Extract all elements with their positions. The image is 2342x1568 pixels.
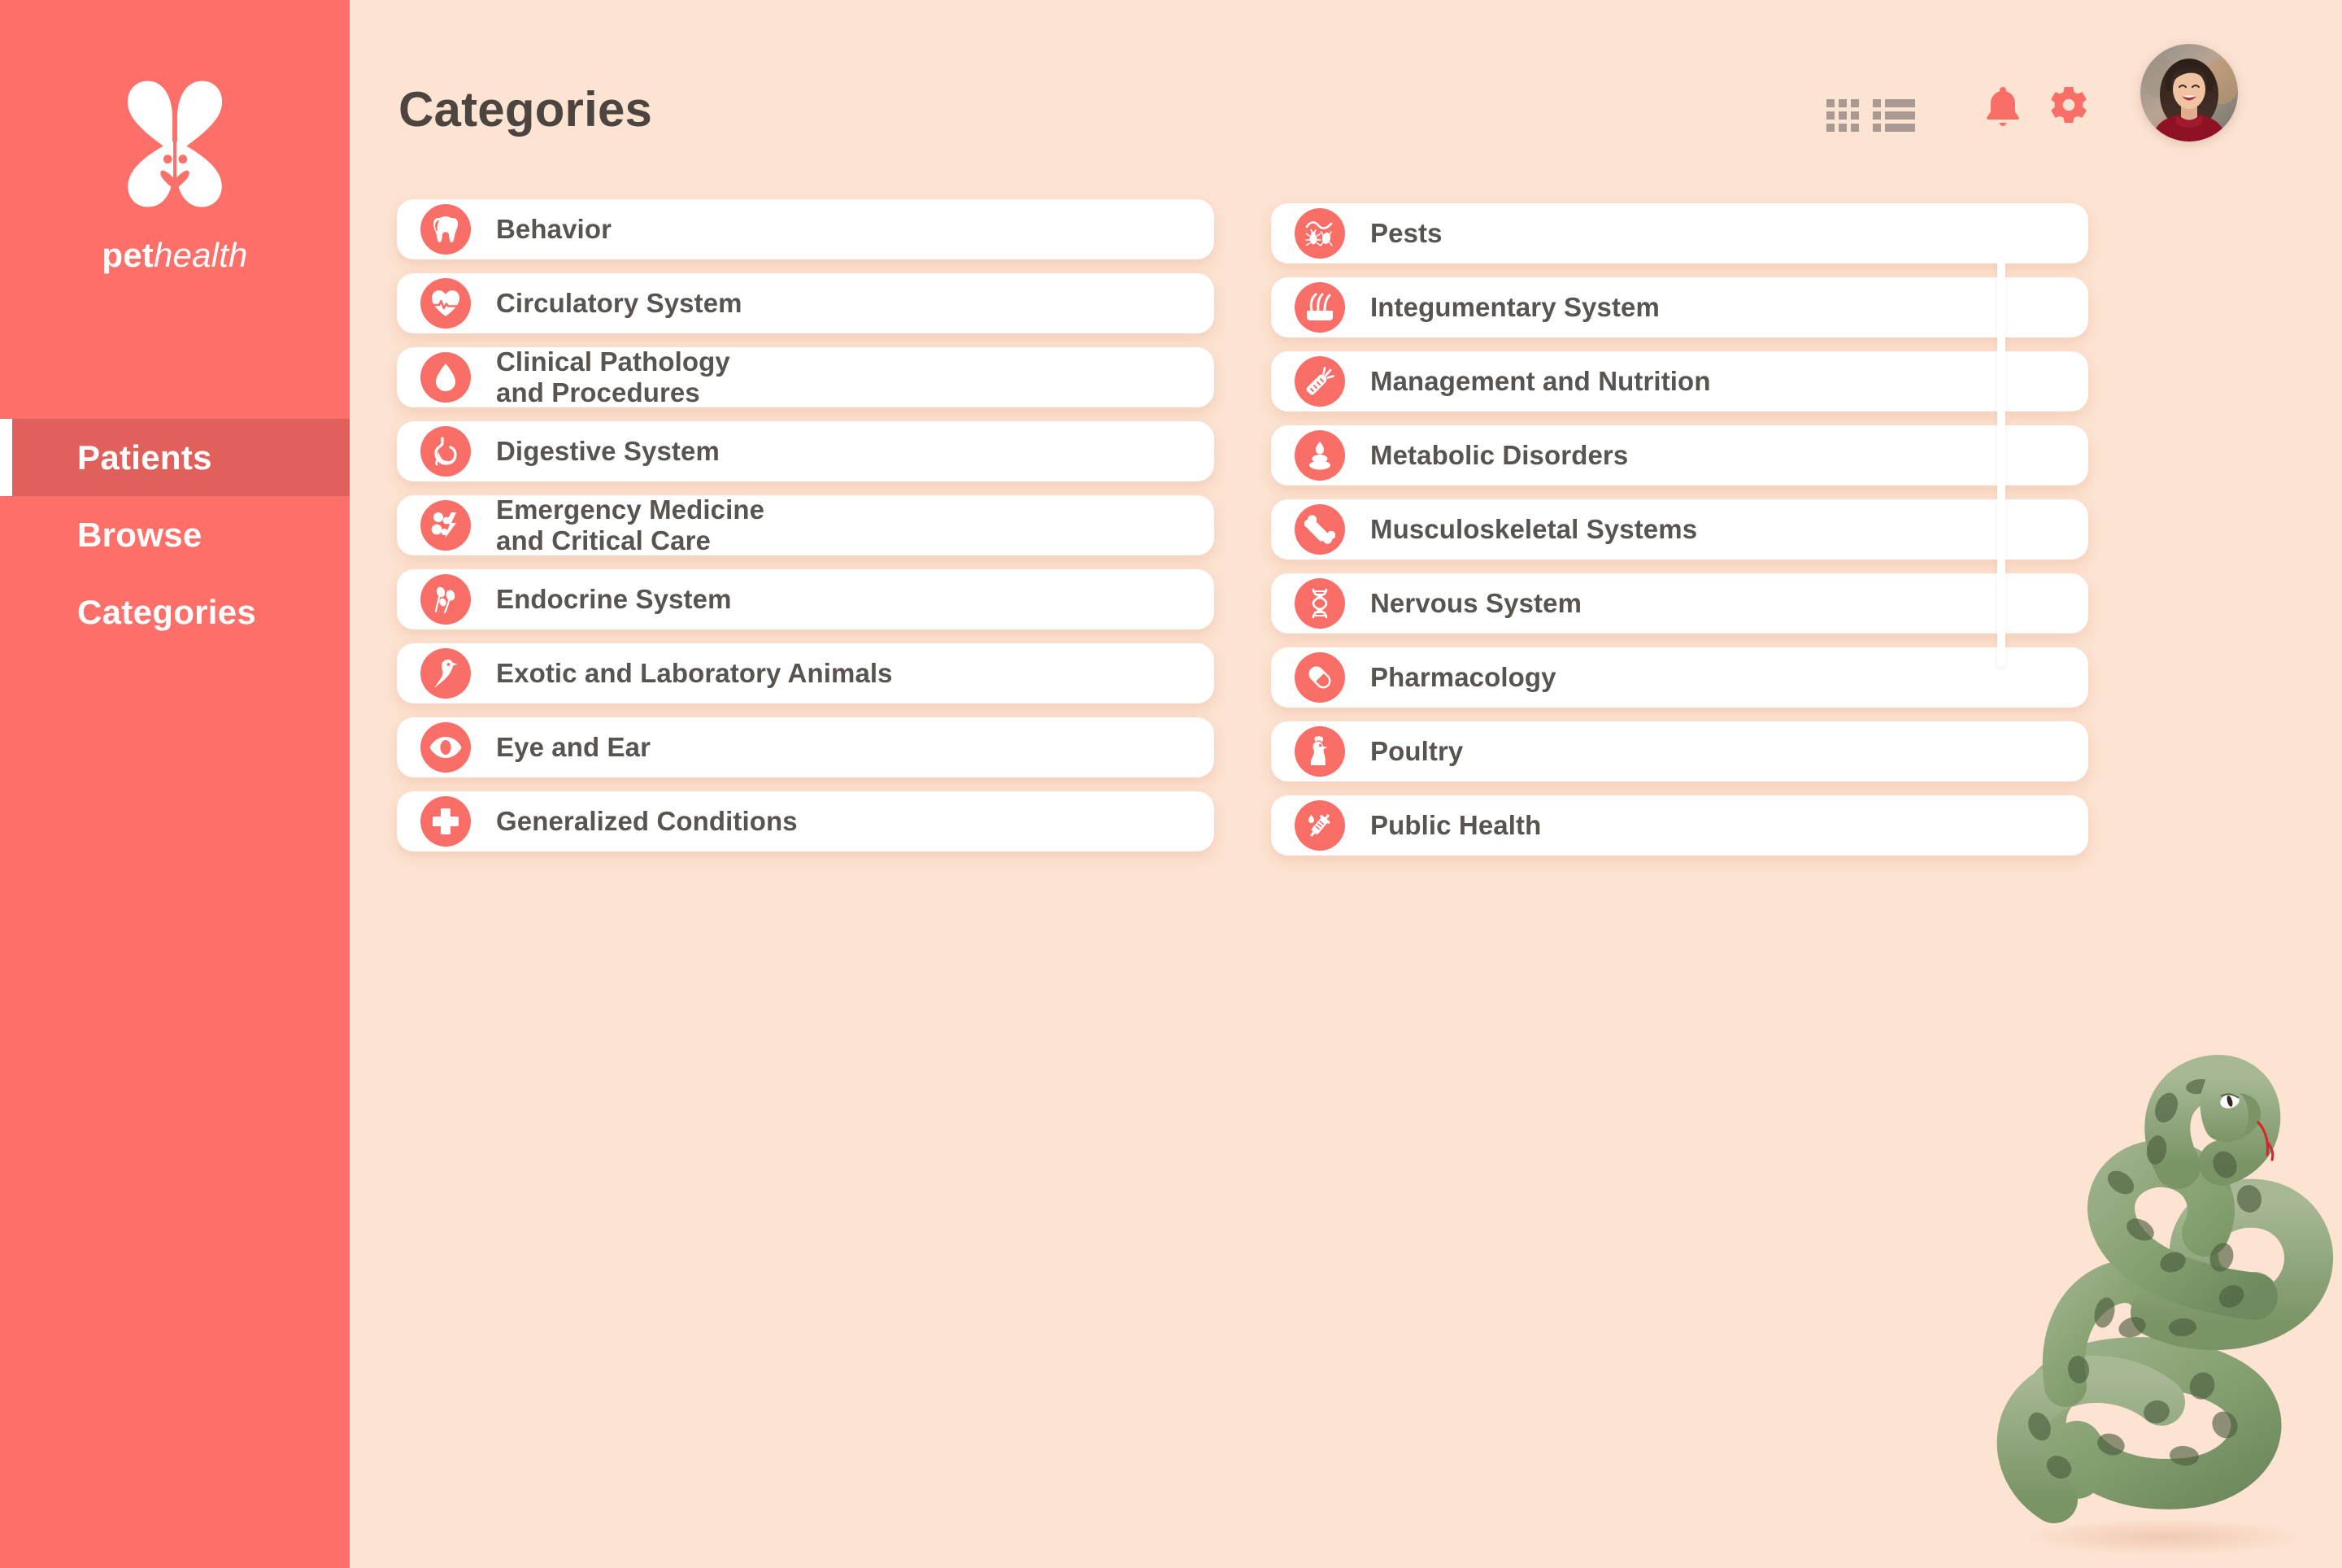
category-card-generalized-conditions[interactable]: Generalized Conditions [397,791,1214,852]
settings-gear-icon[interactable] [2048,85,2090,128]
scrollbar-thumb[interactable] [1997,260,2005,667]
category-label: Circulatory System [496,287,742,318]
emergency-cells-icon [420,500,471,551]
notifications-bell-icon[interactable] [1983,85,2022,131]
category-card-behavior[interactable]: Behavior [397,199,1214,259]
category-label: Public Health [1370,809,1542,840]
fat-blob-icon [1295,430,1345,481]
category-label: Digestive System [496,435,720,466]
heart-pulse-icon [420,278,471,329]
category-card-nervous-system[interactable]: Nervous System [1271,573,2088,634]
tooth-icon [420,204,471,255]
dna-helix-icon [1295,578,1345,629]
category-label: Management and Nutrition [1370,365,1711,396]
hormone-glands-icon [420,574,471,625]
category-card-eye-and-ear[interactable]: Eye and Ear [397,717,1214,777]
category-label: Generalized Conditions [496,805,798,836]
category-card-management-nutrition[interactable]: Management and Nutrition [1271,351,2088,412]
sidebar-item-label: Patients [77,438,212,477]
stomach-icon [420,426,471,477]
chicken-icon [1295,726,1345,777]
category-card-emergency-medicine[interactable]: Emergency Medicine and Critical Care [397,494,1214,555]
category-card-public-health[interactable]: Public Health [1271,795,2088,856]
grid-view-icon[interactable] [1826,99,1859,132]
sidebar-nav: Patients Browse Categories [0,419,350,651]
brand-wordmark: pethealth [102,236,247,275]
categories-grid: Behavior Circulatory System Clinical Pat… [397,199,2161,869]
brand-logo[interactable]: pethealth [0,65,350,275]
page-title: Categories [398,82,653,137]
vertical-scrollbar[interactable] [1997,260,2005,716]
view-toggle-group [1826,99,1915,132]
brand-name-italic: health [153,236,248,274]
carrot-icon [1295,356,1345,407]
category-card-digestive-system[interactable]: Digestive System [397,421,1214,481]
category-label: Poultry [1370,735,1464,766]
sidebar-item-browse[interactable]: Browse [0,496,350,573]
category-card-endocrine-system[interactable]: Endocrine System [397,569,1214,629]
syringe-icon [1295,800,1345,851]
sidebar: pethealth Patients Browse Categories [0,0,350,1568]
category-label: Emergency Medicine and Critical Care [496,494,765,555]
category-label: Pharmacology [1370,661,1556,692]
category-card-integumentary-system[interactable]: Integumentary System [1271,277,2088,338]
category-card-pests[interactable]: Pests [1271,203,2088,264]
bone-icon [1295,504,1345,555]
sidebar-item-patients[interactable]: Patients [0,419,350,496]
main-content: Categories Behavior Circulatory System C… [350,0,2342,1568]
categories-column-left: Behavior Circulatory System Clinical Pat… [397,199,1214,869]
list-view-icon[interactable] [1873,99,1915,132]
category-card-clinical-pathology[interactable]: Clinical Pathology and Procedures [397,346,1214,407]
category-label: Metabolic Disorders [1370,439,1629,470]
category-card-pharmacology[interactable]: Pharmacology [1271,647,2088,708]
user-avatar[interactable] [2140,44,2238,142]
sidebar-item-label: Categories [77,592,257,631]
category-card-metabolic-disorders[interactable]: Metabolic Disorders [1271,425,2088,486]
category-label: Eye and Ear [496,731,651,762]
category-label: Exotic and Laboratory Animals [496,657,893,688]
category-label: Behavior [496,213,612,244]
skin-hair-icon [1295,282,1345,333]
sidebar-item-categories[interactable]: Categories [0,573,350,651]
category-card-poultry[interactable]: Poultry [1271,721,2088,782]
category-label: Clinical Pathology and Procedures [496,346,730,407]
categories-column-right: Pests Integumentary System Management an… [1271,199,2088,869]
category-label: Endocrine System [496,583,732,614]
category-label: Musculoskeletal Systems [1370,513,1698,544]
app-root: pethealth Patients Browse Categories Cat… [0,0,2342,1568]
sidebar-item-label: Browse [77,515,202,554]
medical-cross-icon [420,796,471,847]
top-bar: Categories [350,0,2342,203]
category-label: Integumentary System [1370,291,1660,322]
category-label: Pests [1370,217,1443,248]
coiled-snake-illustration [1981,1044,2339,1565]
category-label: Nervous System [1370,587,1582,618]
insect-pests-icon [1295,208,1345,259]
butterfly-bunny-logo-icon [127,81,223,207]
category-card-exotic-laboratory-animals[interactable]: Exotic and Laboratory Animals [397,643,1214,703]
category-card-circulatory-system[interactable]: Circulatory System [397,273,1214,333]
pill-capsule-icon [1295,652,1345,703]
blood-drop-icon [420,352,471,403]
eye-icon [420,722,471,773]
category-card-musculoskeletal-systems[interactable]: Musculoskeletal Systems [1271,499,2088,560]
bird-icon [420,648,471,699]
brand-name-bold: pet [102,236,154,274]
